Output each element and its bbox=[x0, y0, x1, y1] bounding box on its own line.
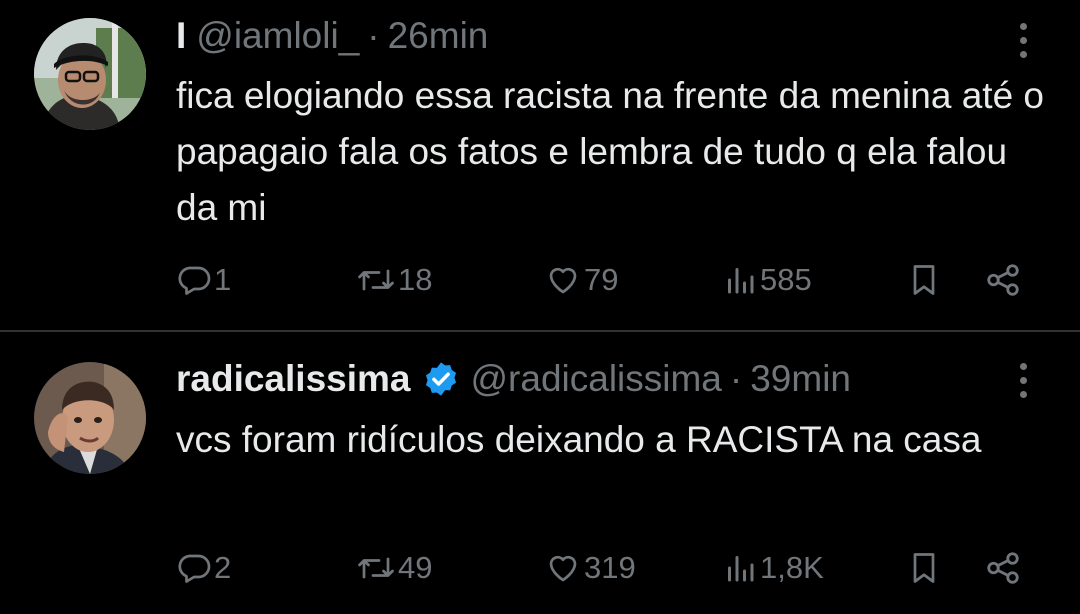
like-button[interactable]: 79 bbox=[544, 255, 618, 305]
share-button[interactable] bbox=[984, 255, 1022, 305]
avatar[interactable] bbox=[34, 18, 146, 130]
avatar[interactable] bbox=[34, 362, 146, 474]
tweet-text: fica elogiando essa racista na frente da… bbox=[176, 75, 1045, 228]
tweet-header: I @iamloli_ · 26min bbox=[176, 14, 488, 58]
reply-button[interactable]: 2 bbox=[176, 543, 231, 593]
separator-dot: · bbox=[367, 15, 380, 56]
views-button[interactable]: 585 bbox=[722, 255, 812, 305]
reply-count: 1 bbox=[214, 262, 232, 297]
like-count: 79 bbox=[584, 262, 619, 297]
tweet-text: vcs foram ridículos deixando a RACISTA n… bbox=[176, 419, 982, 460]
retweet-button[interactable]: 18 bbox=[356, 255, 432, 305]
tweet-header: radicalissima @radicalissima · 39min bbox=[176, 357, 851, 401]
display-name[interactable]: I bbox=[176, 15, 186, 57]
handle[interactable]: @radicalissima bbox=[470, 358, 721, 400]
reply-icon bbox=[176, 550, 212, 586]
tweet[interactable]: I @iamloli_ · 26min fica elogiando essa … bbox=[0, 0, 1080, 331]
more-icon[interactable] bbox=[1010, 18, 1036, 62]
share-icon bbox=[984, 549, 1022, 587]
reply-count: 2 bbox=[214, 550, 232, 585]
retweet-icon bbox=[356, 262, 396, 298]
heart-icon bbox=[544, 262, 582, 298]
bookmark-icon bbox=[906, 549, 942, 587]
action-bar: 2 49 319 1,8K bbox=[176, 543, 1036, 593]
separator-dot: · bbox=[729, 358, 743, 399]
verified-badge-icon bbox=[422, 360, 460, 398]
tweet[interactable]: radicalissima @radicalissima · 39min vcs… bbox=[0, 332, 1080, 614]
retweet-button[interactable]: 49 bbox=[356, 543, 432, 593]
timestamp[interactable]: 39min bbox=[750, 358, 851, 400]
share-icon bbox=[984, 261, 1022, 299]
views-icon bbox=[722, 550, 758, 586]
heart-icon bbox=[544, 550, 582, 586]
view-count: 1,8K bbox=[760, 550, 824, 585]
share-button[interactable] bbox=[984, 543, 1022, 593]
views-button[interactable]: 1,8K bbox=[722, 543, 824, 593]
bookmark-button[interactable] bbox=[906, 543, 942, 593]
like-count: 319 bbox=[584, 550, 636, 585]
handle[interactable]: @iamloli_ bbox=[196, 15, 359, 57]
more-icon[interactable] bbox=[1010, 358, 1036, 402]
views-icon bbox=[722, 262, 758, 298]
like-button[interactable]: 319 bbox=[544, 543, 636, 593]
retweet-icon bbox=[356, 550, 396, 586]
retweet-count: 49 bbox=[398, 550, 433, 585]
timestamp[interactable]: 26min bbox=[388, 15, 489, 57]
view-count: 585 bbox=[760, 262, 812, 297]
reply-icon bbox=[176, 262, 212, 298]
retweet-count: 18 bbox=[398, 262, 433, 297]
action-bar: 1 18 79 585 bbox=[176, 255, 1036, 305]
bookmark-icon bbox=[906, 261, 942, 299]
reply-button[interactable]: 1 bbox=[176, 255, 231, 305]
display-name[interactable]: radicalissima bbox=[176, 358, 410, 400]
bookmark-button[interactable] bbox=[906, 255, 942, 305]
